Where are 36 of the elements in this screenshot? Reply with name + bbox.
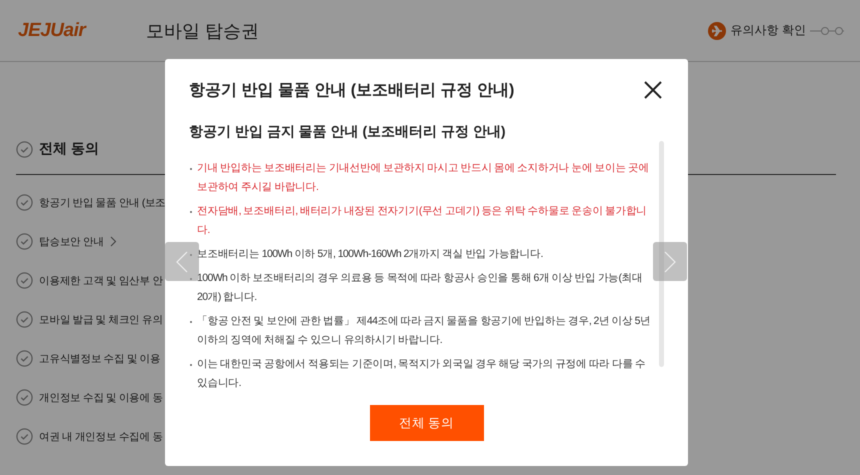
next-button[interactable] bbox=[653, 242, 687, 281]
agree-all-label[interactable]: 전체 동의 bbox=[39, 140, 99, 158]
agreement-label[interactable]: 모바일 발급 및 체크인 유의 bbox=[39, 312, 163, 326]
notice-text: 100Wh 이하 보조배터리의 경우 의료용 등 목적에 따라 항공사 승인을 통해 6개 이상 반입 가능(최대 20개) 합니다. bbox=[189, 269, 651, 307]
page-title: 모바일 탑승권 bbox=[146, 20, 260, 42]
agreement-label[interactable]: 이용제한 고객 및 임산부 안 bbox=[39, 274, 163, 288]
check-circle-icon[interactable] bbox=[16, 389, 33, 406]
logo: JEJUair bbox=[18, 20, 88, 42]
chevron-left-icon[interactable] bbox=[176, 250, 188, 272]
agreement-label[interactable]: 여권 내 개인정보 수집에 동 bbox=[39, 430, 163, 444]
agree-all-button[interactable]: 전체 동의 bbox=[370, 405, 484, 441]
notice-link[interactable]: 유의사항 확인 bbox=[708, 22, 806, 40]
airplane-icon bbox=[708, 22, 726, 40]
notice-text: 보조배터리는 100Wh 이하 5개, 100Wh-160Wh 2개까지 객실 반입 가능합니다. bbox=[189, 245, 651, 264]
check-circle-icon[interactable] bbox=[16, 311, 33, 328]
check-circle-icon[interactable] bbox=[16, 233, 33, 250]
notice-text: 이는 대한민국 공항에서 적용되는 기준이며, 목적지가 외국일 경우 해당 국가의 규정에 따라 다를 수 있습니다. bbox=[189, 355, 651, 393]
check-circle-icon[interactable] bbox=[16, 140, 33, 158]
section-heading: 항공기 반입 금지 물품 안내 (보조배터리 규정 안내) bbox=[189, 123, 507, 141]
previous-button[interactable] bbox=[165, 242, 199, 281]
check-circle-icon[interactable] bbox=[16, 350, 33, 367]
check-circle-icon[interactable] bbox=[16, 194, 33, 211]
modal-title: 항공기 반입 물품 안내 (보조배터리 규정 안내) bbox=[189, 80, 514, 100]
agreement-label[interactable]: 항공기 반입 물품 안내 (보조 bbox=[39, 196, 166, 210]
progress-dots-icon bbox=[810, 26, 844, 36]
scrollbar[interactable] bbox=[659, 141, 664, 367]
check-circle-icon[interactable] bbox=[16, 272, 33, 289]
agreement-label[interactable]: 고유식별정보 수집 및 이용 bbox=[39, 352, 160, 366]
close-button[interactable] bbox=[642, 79, 664, 101]
agreement-label[interactable]: 개인정보 수집 및 이용에 동 bbox=[39, 390, 163, 404]
agreement-label[interactable]: 탑승보안 안내 bbox=[39, 234, 104, 248]
notice-text: 「항공 안전 및 보안에 관한 법률」 제44조에 따라 금지 물품을 항공기에 반입하는 경우, 2년 이상 5년 이하의 징역에 처해질 수 있으니 유의하시기 바랍니다. bbox=[189, 312, 651, 350]
notice-text: 기내 반입하는 보조배터리는 기내선반에 보관하지 마시고 반드시 몸에 소지하거나 눈에 보이는 곳에 보관하여 주시길 바랍니다. bbox=[189, 159, 651, 197]
check-circle-icon[interactable] bbox=[16, 428, 33, 445]
notice-text: 전자담배, 보조배터리, 배터리가 내장된 전자기기(무선 고데기) 등은 위탁 수하물로 운송이 불가합니다. bbox=[189, 202, 651, 240]
chevron-right-icon[interactable] bbox=[110, 236, 117, 247]
